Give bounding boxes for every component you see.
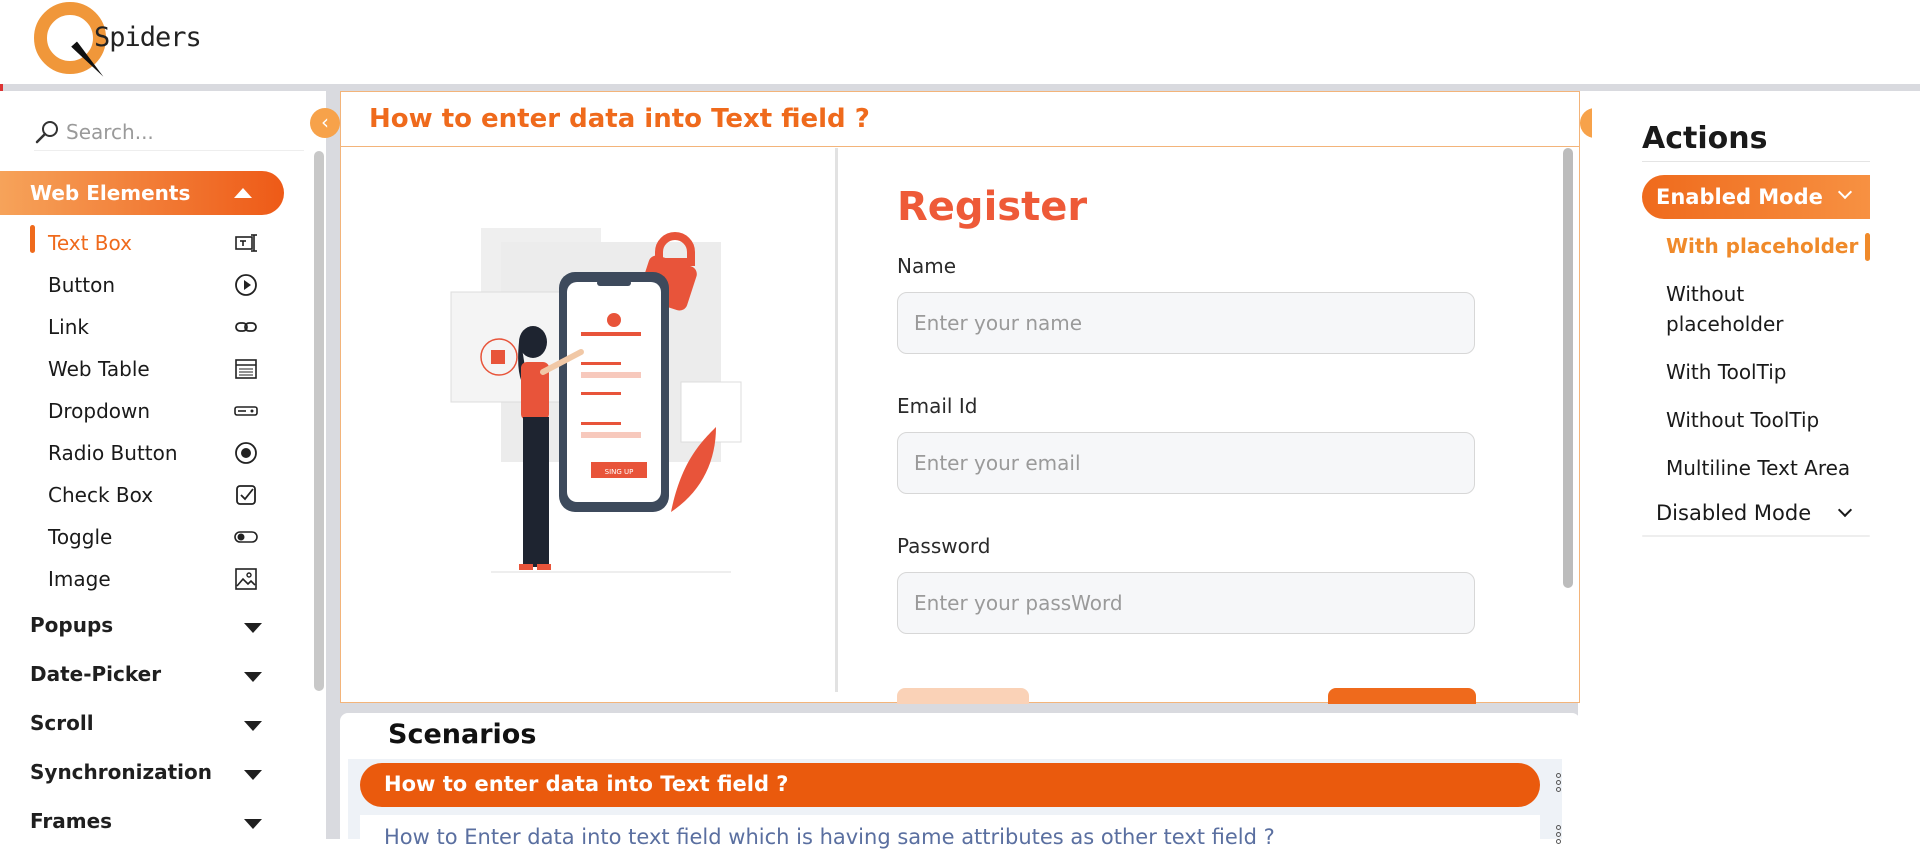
checkbox-icon [236,485,256,505]
radio-icon [235,442,257,464]
action-with-placeholder[interactable]: With placeholder [1666,231,1866,261]
caret-down-icon [244,672,262,682]
sidebar-group-date-picker[interactable]: Date-Picker [30,658,270,692]
sidebar-item-toggle[interactable]: Toggle [48,521,268,553]
sidebar-item-label: Check Box [48,483,154,507]
header-divider [0,84,1920,91]
demo-panel: How to enter data into Text field ? SING… [340,91,1580,704]
scenario-item[interactable]: How to Enter data into text field which … [360,815,1561,859]
password-field[interactable]: Enter your passWord [897,572,1475,634]
sidebar-group-label: Scroll [30,711,94,735]
caret-up-icon [234,188,252,198]
action-multiline-text-area[interactable]: Multiline Text Area [1666,453,1866,483]
name-field[interactable]: Enter your name [897,292,1475,354]
dropdown-icon [234,406,258,416]
sidebar-item-text-box[interactable]: Text Box [48,227,268,259]
scenarios-title: Scenarios [388,719,537,750]
textbox-icon [235,234,257,252]
caret-down-icon [244,770,262,780]
scenarios-list: How to enter data into Text field ? How … [348,759,1562,859]
toggle-icon [234,531,258,543]
collapse-left-button[interactable]: ‹ [310,108,340,138]
sidebar-group-label: Frames [30,809,113,833]
sidebar-section-web-elements[interactable]: Web Elements [0,171,284,215]
sidebar-item-label: Toggle [48,525,113,549]
submit-button[interactable] [1328,688,1476,704]
password-label: Password [897,534,991,558]
caret-down-icon [244,623,262,633]
actions-divider [1642,161,1870,162]
action-without-placeholder[interactable]: Without placeholder [1666,279,1866,339]
register-heading: Register [897,184,1088,230]
name-label: Name [897,254,957,278]
enabled-mode-dropdown[interactable]: Enabled Mode [1642,175,1870,219]
play-circle-icon [235,274,257,296]
logo-text: Spiders [94,22,202,53]
scenarios-panel: Scenarios How to enter data into Text fi… [340,713,1580,859]
kebab-menu-icon[interactable] [1556,825,1562,849]
sidebar-item-label: Button [48,273,115,297]
image-icon [235,568,257,590]
sidebar-item-image[interactable]: Image [48,563,268,595]
sidebar-item-dropdown[interactable]: Dropdown [48,395,268,427]
sidebar-item-label: Link [48,315,89,339]
sidebar-item-link[interactable]: Link [48,311,268,343]
password-placeholder: Enter your passWord [914,591,1123,615]
email-label: Email Id [897,394,978,418]
scenario-label: How to Enter data into text field which … [384,825,1275,849]
action-without-tooltip[interactable]: Without ToolTip [1666,405,1866,435]
sidebar-item-label: Image [48,567,111,591]
sidebar-group-frames[interactable]: Frames [30,805,270,839]
email-placeholder: Enter your email [914,451,1081,475]
caret-down-icon [244,721,262,731]
sidebar-item-button[interactable]: Button [48,269,268,301]
search-input[interactable]: Search... [66,120,154,144]
email-field[interactable]: Enter your email [897,432,1475,494]
panel-header: How to enter data into Text field ? [341,92,1579,147]
header: Spiders [0,0,1920,84]
illustration-signup-label: SING UP [605,468,634,476]
sidebar-item-label: Dropdown [48,399,151,423]
enabled-mode-label: Enabled Mode [1656,185,1823,209]
sidebar-item-label: Web Table [48,357,150,381]
panel-scrollbar[interactable] [1563,148,1573,588]
sidebar-scrollbar[interactable] [314,151,324,691]
sidebar: Search... Web Elements Text Box Button L… [0,91,326,839]
scenario-item[interactable]: How to enter data into Text field ? [360,763,1561,807]
kebab-menu-icon[interactable] [1556,773,1562,797]
actions-panel: Actions Enabled Mode With placeholder Wi… [1592,91,1920,839]
sidebar-item-web-table[interactable]: Web Table [48,353,268,385]
action-with-tooltip[interactable]: With ToolTip [1666,357,1866,387]
disabled-mode-dropdown[interactable]: Disabled Mode [1642,493,1870,537]
sidebar-item-radio-button[interactable]: Radio Button [48,437,268,469]
page-title: How to enter data into Text field ? [369,104,870,134]
caret-down-icon [244,819,262,829]
sidebar-group-popups[interactable]: Popups [30,609,270,643]
scenario-label: How to enter data into Text field ? [384,772,789,796]
name-placeholder: Enter your name [914,311,1083,335]
sidebar-section-label: Web Elements [30,181,191,205]
panel-divider [835,148,838,692]
active-action-marker [1865,233,1870,261]
sidebar-item-label: Radio Button [48,441,178,465]
sidebar-item-label: Text Box [48,231,132,255]
search-box[interactable]: Search... [34,115,304,151]
sidebar-group-scroll[interactable]: Scroll [30,707,270,741]
link-icon [235,322,257,332]
actions-title: Actions [1642,121,1768,156]
active-item-marker [30,225,35,253]
sidebar-item-check-box[interactable]: Check Box [48,479,268,511]
search-icon [35,121,58,144]
sidebar-group-label: Popups [30,613,114,637]
register-illustration: SING UP [450,228,742,573]
disabled-mode-label: Disabled Mode [1656,501,1812,525]
clear-button[interactable] [897,688,1029,704]
sidebar-group-synchronization[interactable]: Synchronization [30,756,270,790]
sidebar-group-label: Synchronization [30,760,213,784]
sidebar-group-label: Date-Picker [30,662,162,686]
chevron-down-icon [1837,184,1853,200]
chevron-down-icon [1837,502,1853,518]
table-icon [235,359,257,379]
logo[interactable]: Spiders [34,0,202,84]
